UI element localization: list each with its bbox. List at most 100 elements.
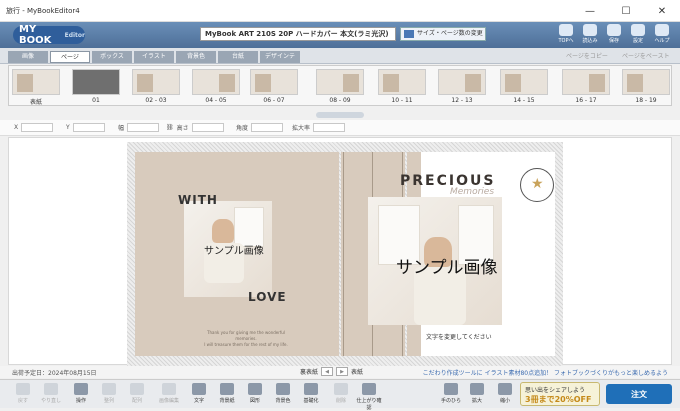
image-edit-button[interactable]: 画像編集	[156, 383, 182, 404]
promo-banner[interactable]: 思い出をシェアしよう 3冊まで20%OFF	[520, 382, 600, 406]
page-thumbnail[interactable]: 12 - 13	[437, 69, 487, 107]
zoom-input[interactable]	[313, 123, 346, 132]
minimize-button[interactable]: —	[572, 0, 608, 22]
thumbnail-photo	[589, 74, 605, 92]
page-thumbnail[interactable]: 04 - 05	[191, 69, 241, 107]
page-thumbnail[interactable]: 14 - 15	[499, 69, 549, 107]
page-thumbnail[interactable]: 表紙	[11, 69, 61, 107]
promo-line-1: 思い出をシェアしよう	[525, 387, 586, 394]
top-icon-label: ヘルプ	[654, 38, 670, 44]
redo-icon	[44, 383, 58, 395]
prop-height-label: 高さ	[176, 125, 189, 132]
tool-label: 背景色	[275, 398, 291, 404]
tool-label: 仕上がり確認	[356, 398, 382, 411]
finish-icon	[362, 383, 376, 395]
news-link[interactable]: こだわり作成ツールに イラスト素材80点追加！ フォトブックづくりがもっと楽しめ…	[423, 368, 668, 377]
tool-label: 手のひら	[440, 398, 461, 404]
link-icon[interactable]: ⛓	[166, 124, 174, 131]
page-thumbnail[interactable]: 02 - 03	[131, 69, 181, 107]
tool-label: 操作	[75, 398, 86, 404]
back-cover-line-2: I will treasure them for the rest of my …	[204, 342, 288, 347]
page-thumbnail[interactable]: 10 - 11	[377, 69, 427, 107]
tab-item[interactable]: ボックス	[92, 51, 132, 63]
width-input[interactable]	[127, 123, 160, 132]
redo-button[interactable]: やり直し	[38, 383, 64, 404]
save-icon	[607, 24, 621, 36]
hand-button[interactable]: 手のひら	[438, 383, 464, 404]
size-change-button[interactable]: サイズ・ページ数の変更	[400, 27, 486, 41]
hand-icon	[444, 383, 458, 395]
tab-item[interactable]: 画像	[8, 51, 48, 63]
finish-button[interactable]: 仕上がり確認	[356, 383, 382, 411]
undo-button[interactable]: 戻す	[10, 383, 36, 404]
x-input[interactable]	[21, 123, 54, 132]
top-icon-save[interactable]: 保存	[604, 24, 624, 44]
operate-button[interactable]: 操作	[68, 383, 94, 404]
with-text[interactable]: WITH	[178, 193, 218, 207]
back-cover-message[interactable]: Thank you for giving me the wonderful me…	[196, 330, 296, 348]
align-icon	[102, 383, 116, 395]
window-title: 旅行 - MyBookEditor4	[6, 6, 80, 15]
prop-zoom-label: 拡大率	[292, 125, 311, 132]
zoom-out-button[interactable]: 縮小	[492, 383, 518, 404]
y-input[interactable]	[72, 123, 105, 132]
thumbnail-photo	[17, 74, 33, 92]
thumbnail-image	[72, 69, 120, 95]
align-button[interactable]: 整列	[96, 383, 122, 404]
bgcolor-button[interactable]: 背景色	[270, 383, 296, 404]
memories-subtitle[interactable]: Memories	[450, 187, 494, 197]
paste-page-button[interactable]: ページをペースト	[622, 51, 670, 60]
thumbnail-label: 14 - 15	[513, 97, 535, 104]
tab-item[interactable]: 台紙	[218, 51, 258, 63]
top-icon-settings[interactable]: 設定	[628, 24, 648, 44]
zoom-out-icon	[498, 383, 512, 395]
page-thumbnail[interactable]: 08 - 09	[315, 69, 365, 107]
text-button[interactable]: 文字	[186, 383, 212, 404]
top-icon-help[interactable]: ヘルプ	[652, 24, 672, 44]
close-button[interactable]: ✕	[644, 0, 680, 22]
sample-image-label-right: サンプル画像	[396, 258, 498, 278]
shape-button[interactable]: 図形	[242, 383, 268, 404]
thumbnail-label: 12 - 13	[451, 97, 473, 104]
delete-icon	[334, 383, 348, 395]
page-thumbnail[interactable]: 06 - 07	[249, 69, 299, 107]
help-icon	[655, 24, 669, 36]
delete-button[interactable]: 削除	[328, 383, 354, 404]
top-icon-open[interactable]: 読込み	[580, 24, 600, 44]
badge-stamp[interactable]: ★	[520, 168, 554, 202]
tab-item[interactable]: 背景色	[176, 51, 216, 63]
thumbnail-image	[250, 69, 298, 95]
prop-angle: 角度	[236, 123, 284, 132]
caption-text[interactable]: 文字を変更してください	[426, 332, 492, 341]
tab-item[interactable]: イラスト	[134, 51, 174, 63]
back-cover-line-1: Thank you for giving me the wonderful me…	[207, 330, 285, 341]
photo-window	[234, 207, 264, 247]
thumbnail-photo	[343, 74, 359, 92]
page-thumbnail[interactable]: 18 - 19	[621, 69, 671, 107]
prev-page-button[interactable]: ◀	[321, 367, 334, 376]
layout-button[interactable]: 基礎化	[298, 383, 324, 404]
zoom-in-button[interactable]: 拡大	[464, 383, 490, 404]
top-icon-label: 保存	[608, 38, 619, 44]
love-text[interactable]: LOVE	[248, 290, 287, 304]
next-page-button[interactable]: ▶	[336, 367, 349, 376]
tab-item[interactable]: デザインテ	[260, 51, 300, 63]
order-button[interactable]: 注文	[606, 384, 672, 404]
page-thumbnail[interactable]: 16 - 17	[561, 69, 611, 107]
star-icon: ★	[531, 176, 544, 192]
bgcolor-icon	[276, 383, 290, 395]
page-thumbnail[interactable]: 01	[71, 69, 121, 107]
height-input[interactable]	[191, 123, 224, 132]
background-button[interactable]: 背景紙	[214, 383, 240, 404]
text-icon	[192, 383, 206, 395]
layer-button[interactable]: 配列	[124, 383, 150, 404]
copy-page-button[interactable]: ページをコピー	[566, 51, 608, 60]
photo-child	[212, 219, 234, 243]
tab-item[interactable]: ページ	[50, 51, 90, 63]
angle-input[interactable]	[251, 123, 284, 132]
maximize-button[interactable]: ☐	[608, 0, 644, 22]
logo-subtext: Editor	[64, 31, 85, 39]
top-icon-home[interactable]: TOPへ	[556, 24, 576, 44]
top-icon-label: 読込み	[582, 38, 598, 44]
collapse-handle[interactable]	[316, 112, 364, 118]
